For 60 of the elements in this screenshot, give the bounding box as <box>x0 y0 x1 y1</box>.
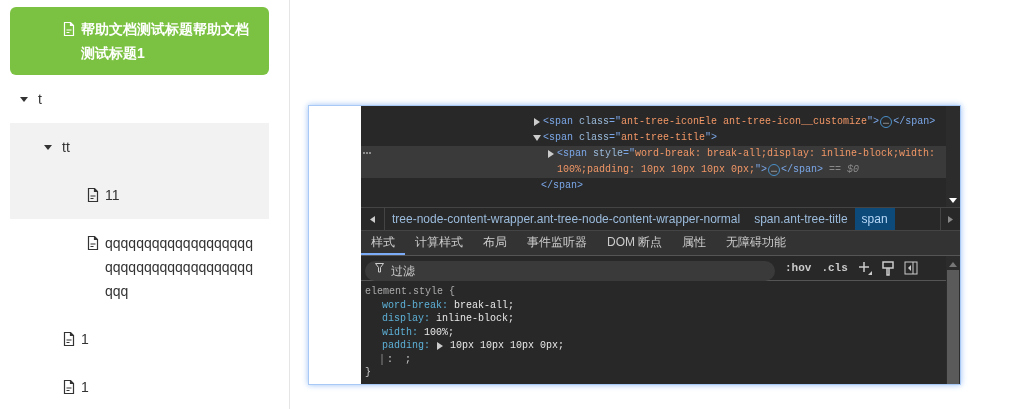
triangle-right-icon[interactable] <box>533 118 541 126</box>
document-icon <box>87 188 99 202</box>
dom-code: <span style="word-break: break-all;display: inline-block;width: 100%;padding: 10px 10px 10px 0px;"> … </span> == $0 <box>557 147 937 178</box>
dom-line[interactable]: <span class="ant-tree-title"> <box>361 130 946 146</box>
dom-code: <span class="ant-tree-title"> <box>543 131 718 145</box>
caret-down-icon[interactable] <box>20 95 28 103</box>
css-property: word-break: <box>382 298 448 312</box>
styles-tab[interactable]: DOM 断点 <box>597 231 673 255</box>
caret-down-icon[interactable] <box>44 143 52 151</box>
styles-tab[interactable]: 样式 <box>361 231 405 255</box>
tree-node[interactable]: tt <box>10 123 269 171</box>
filter-icon <box>375 263 384 273</box>
styles-tab[interactable]: 布局 <box>473 231 517 255</box>
plus-icon[interactable] <box>857 261 872 275</box>
document-icon <box>63 22 75 36</box>
node-title: 11 <box>105 186 120 205</box>
css-property: padding: <box>382 339 430 353</box>
css-new-declaration[interactable]: : ; <box>381 353 411 365</box>
css-property: display: <box>382 312 430 326</box>
triangle-down-icon[interactable] <box>533 134 541 142</box>
node-title: 帮助文档测试标题帮助文档测试标题1 <box>81 20 250 63</box>
triangle-right-icon[interactable] <box>436 341 444 350</box>
sidebar-toggle-icon[interactable] <box>903 261 918 275</box>
css-selector: element.style { <box>365 285 456 299</box>
breadcrumb[interactable]: tree-node-content-wrapper.ant-tree-node-content-wrapper-normal <box>385 208 748 230</box>
css-value: inline-block; <box>436 312 515 326</box>
dom-line[interactable]: <span class="ant-tree-iconEle ant-tree-icon__customize"> … </span> <box>361 114 946 130</box>
styles-tab[interactable]: 属性 <box>672 231 717 255</box>
styles-tab[interactable]: 计算样式 <box>405 231 473 255</box>
triangle-left-icon <box>370 215 375 223</box>
breadcrumb[interactable]: span.ant-tree-title <box>747 208 855 230</box>
node-title: t <box>38 90 42 109</box>
css-brace: } <box>365 366 372 380</box>
triangle-right-icon <box>948 215 953 223</box>
node-title: qqqqqqqqqqqqqqqqqqqqqqqqqqqqqqqqqqqqqqqqq <box>105 234 254 301</box>
scroll-down-icon[interactable] <box>949 198 957 203</box>
dom-code: </span> <box>541 179 583 193</box>
node-title: tt <box>62 138 70 157</box>
dom-code: <span class="ant-tree-iconEle ant-tree-icon__customize"> … </span> <box>543 115 936 130</box>
node-title: 1 <box>81 378 89 397</box>
css-value: break-all; <box>454 298 515 312</box>
node-title: 1 <box>81 330 89 349</box>
styles-tab[interactable]: 无障碍功能 <box>716 231 797 255</box>
document-icon <box>63 332 75 346</box>
triangle-right-icon[interactable] <box>547 150 555 158</box>
tree-node[interactable]: 11 <box>10 171 269 219</box>
toolbar-toggle[interactable]: .cls <box>821 259 848 277</box>
filter-field[interactable]: 过滤 <box>365 261 775 281</box>
more-icon[interactable] <box>362 151 372 155</box>
breadcrumb[interactable]: span <box>854 208 895 230</box>
scrollbar[interactable] <box>946 256 960 384</box>
css-value: 100%; <box>424 325 455 339</box>
styles-tab[interactable]: 事件监听器 <box>517 231 597 255</box>
css-property: width: <box>382 325 418 339</box>
document-icon <box>63 380 75 394</box>
toolbar-toggle[interactable]: :hov <box>785 259 812 277</box>
css-value: 10px 10px 10px 0px; <box>450 339 565 353</box>
paint-brush-icon[interactable] <box>881 260 894 276</box>
scroll-up-icon[interactable] <box>949 262 957 267</box>
document-icon <box>87 236 99 250</box>
